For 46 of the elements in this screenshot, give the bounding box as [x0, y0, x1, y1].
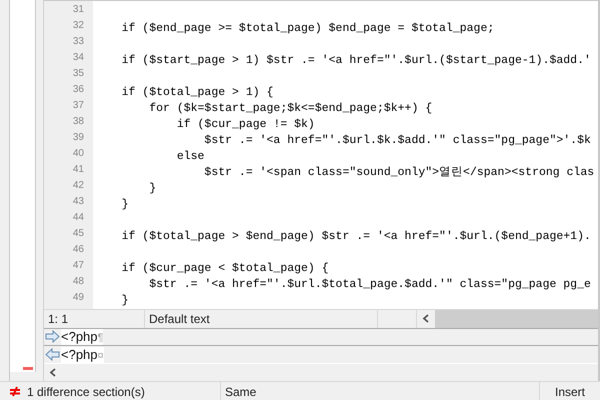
line-number: 31	[72, 3, 85, 17]
code-line: $str .= '<span class="sound_only">열린</span><strong clas	[203, 165, 594, 181]
line-number: 35	[72, 67, 85, 81]
line-number: 38	[72, 115, 85, 129]
line-number: 32	[72, 19, 85, 33]
code-line: }	[148, 181, 156, 197]
code-line: if ($cur_page != $k)	[176, 117, 315, 133]
code-line: $str .= '<a href="'.$url.$k.$add.'" class="pg_page">'.$k	[203, 133, 591, 149]
comparison-result: Same	[225, 384, 256, 398]
line-number: 46	[72, 243, 85, 257]
line-number: 41	[72, 163, 85, 177]
difference-count: 1 difference section(s)	[27, 384, 146, 398]
line-number: 33	[72, 35, 85, 49]
difference-marker	[23, 367, 33, 370]
code-line: }	[120, 197, 129, 213]
line-number: 40	[72, 147, 85, 161]
code-line: else	[176, 149, 204, 165]
line-number: 44	[72, 211, 85, 225]
line-number: 34	[72, 51, 85, 65]
code-line: if ($start_page > 1) $str .= '<a href="'.$url.($start_page-1).$add.'	[120, 53, 591, 69]
line-number: 43	[72, 195, 85, 209]
code-line: if ($total_page > 1) {	[120, 85, 274, 101]
code-line: if ($total_page > $end_page) $str .= '<a href="'.$url.($end_page+1).	[120, 229, 591, 245]
diff-line-text: <?php¤	[61, 346, 104, 363]
code-line: if ($cur_page < $total_page) {	[120, 261, 329, 277]
scroll-left-icon[interactable]	[49, 368, 57, 378]
line-number: 47	[72, 259, 85, 273]
insert-mode: Insert	[554, 384, 585, 398]
syntax-mode: Default text	[149, 312, 210, 326]
code-line: if ($end_page >= $total_page) $end_page = $total_page;	[120, 21, 494, 37]
line-number: 45	[72, 227, 85, 241]
line-number: 49	[72, 291, 85, 305]
cursor-position: 1: 1	[48, 312, 68, 326]
code-line: }	[120, 293, 129, 309]
left-arrow-icon	[45, 348, 60, 362]
scroll-left-icon[interactable]	[422, 314, 430, 324]
right-arrow-icon	[45, 330, 60, 344]
code-line: $str .= '<a href="'.$url.$total_page.$add.'" class="pg_page pg_e	[148, 277, 591, 293]
code-line: for ($k=$start_page;$k<=$end_page;$k++) {	[148, 101, 432, 117]
line-number: 37	[72, 99, 85, 113]
line-number: 39	[72, 131, 85, 145]
line-number: 42	[72, 179, 85, 193]
not-equal-icon	[9, 386, 21, 397]
diff-line-text: <?php¶	[61, 328, 104, 345]
line-number: 48	[72, 275, 85, 289]
line-number: 36	[72, 83, 85, 97]
